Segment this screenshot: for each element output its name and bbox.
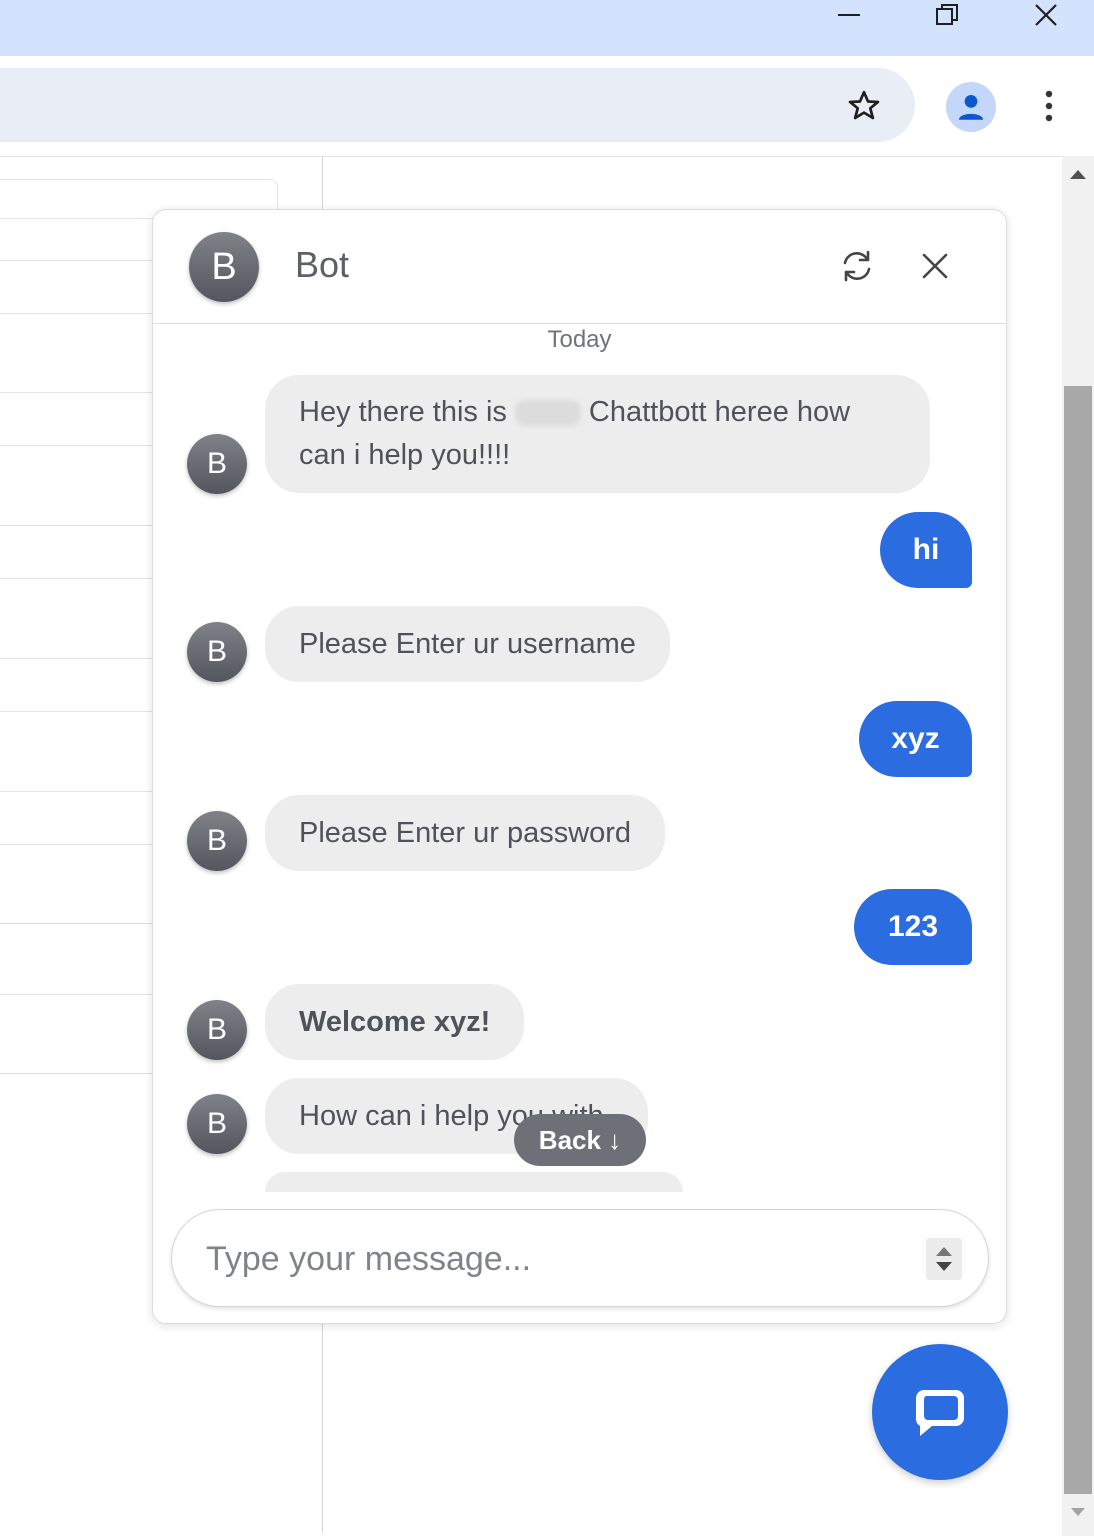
window-close-button[interactable] — [1021, 0, 1071, 30]
address-bar[interactable] — [0, 68, 915, 142]
chat-bubble-icon — [915, 1390, 964, 1436]
divider — [0, 578, 155, 579]
bot-message: Hey there this is Chattbott heree how can… — [265, 375, 930, 493]
bot-avatar: B — [187, 1000, 247, 1060]
divider — [0, 658, 155, 659]
user-message: hi — [880, 512, 972, 588]
divider — [0, 791, 155, 792]
restore-button[interactable] — [922, 0, 972, 30]
message-input[interactable] — [206, 1234, 896, 1284]
bot-message: Please Enter ur password — [265, 795, 666, 871]
bookmark-button[interactable] — [842, 84, 886, 128]
profile-button[interactable] — [946, 82, 996, 132]
user-message: xyz — [859, 701, 972, 777]
refresh-icon — [843, 250, 871, 282]
divider — [0, 313, 155, 314]
divider — [0, 711, 155, 712]
chat-title: Bot — [295, 244, 350, 285]
chevron-up-icon — [936, 1247, 952, 1256]
message-text: Hey there this is Chattbott heree how can… — [299, 396, 851, 471]
divider — [0, 994, 155, 995]
scroll-thumb[interactable] — [1064, 386, 1092, 1494]
bot-avatar: B — [187, 622, 247, 682]
bot-avatar: B — [187, 1094, 247, 1154]
browser-titlebar — [0, 0, 1094, 56]
bot-avatar: B — [187, 434, 247, 494]
back-to-bottom-button[interactable]: Back ↓ — [514, 1114, 646, 1166]
close-icon — [922, 253, 948, 279]
date-separator: Today — [547, 326, 612, 353]
divider — [0, 525, 155, 526]
user-message: 123 — [854, 889, 972, 965]
chevron-down-icon — [936, 1262, 952, 1271]
bot-avatar: B — [189, 232, 259, 302]
minimize-icon — [838, 14, 860, 16]
divider — [0, 260, 155, 261]
browser-toolbar — [0, 56, 1094, 156]
chat-launcher-button[interactable] — [872, 1344, 1008, 1480]
message-list[interactable]: Today B Hey there this is Chattbott heree… — [153, 324, 1006, 1192]
chat-close-button[interactable] — [913, 244, 957, 288]
refresh-button[interactable] — [835, 244, 879, 288]
bot-message: Welcome xyz! — [265, 984, 525, 1060]
chat-window: B Bot Today B Hey there this is Chattbott… — [152, 209, 1007, 1324]
scroll-up-arrow[interactable] — [1070, 170, 1086, 179]
bot-message: Please Enter ur username — [265, 606, 670, 682]
redacted-text — [514, 400, 581, 427]
divider — [0, 844, 155, 845]
bot-avatar: B — [187, 811, 247, 871]
restore-icon — [936, 4, 958, 25]
scroll-down-arrow[interactable] — [1071, 1508, 1085, 1516]
minimize-button[interactable] — [824, 0, 874, 30]
star-icon — [848, 90, 880, 120]
close-icon — [1035, 4, 1057, 26]
page-scrollbar[interactable] — [1062, 156, 1094, 1536]
divider — [0, 445, 155, 446]
divider — [0, 923, 155, 924]
bot-message-partial — [265, 1172, 683, 1192]
profile-icon — [958, 94, 984, 120]
more-vert-icon — [1045, 90, 1053, 122]
browser-menu-button[interactable] — [1030, 84, 1068, 128]
divider — [0, 1073, 155, 1074]
divider — [0, 392, 155, 393]
input-stepper[interactable] — [926, 1238, 962, 1280]
message-input-container — [171, 1209, 989, 1307]
chat-header: B Bot — [153, 210, 1006, 324]
